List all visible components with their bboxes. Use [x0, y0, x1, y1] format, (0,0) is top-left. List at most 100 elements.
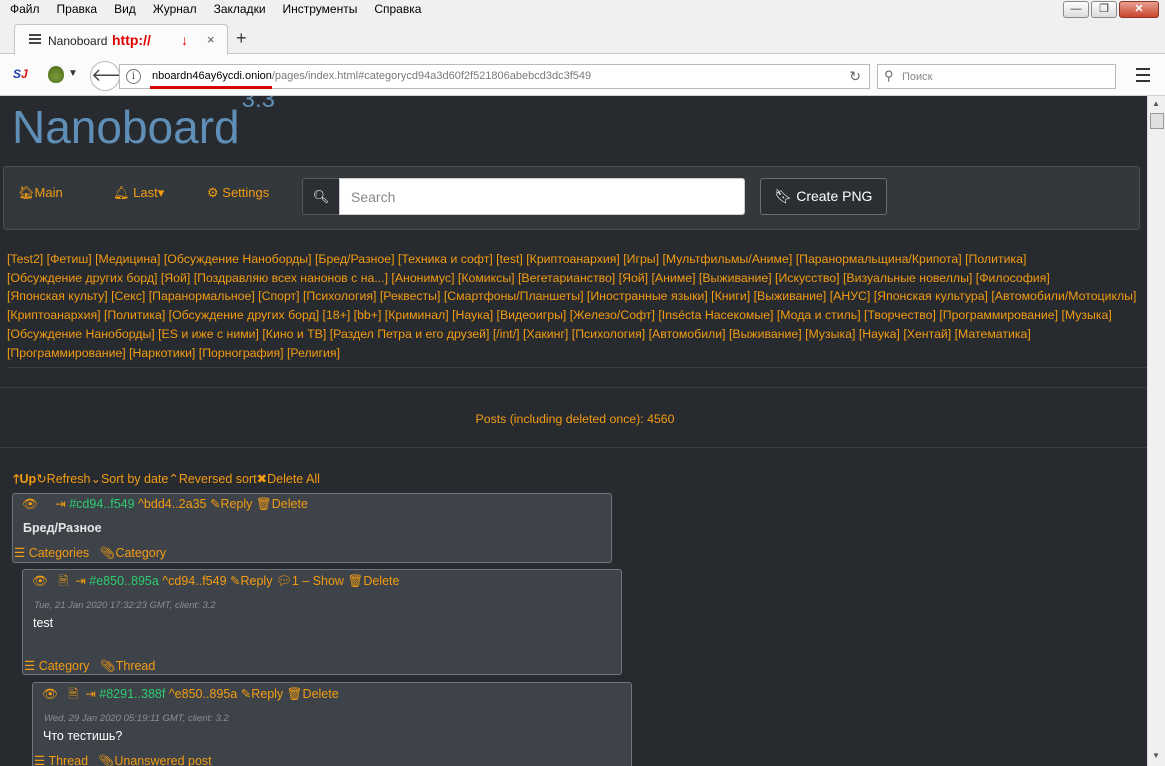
category-link[interactable]: [Яой] — [619, 271, 648, 285]
category-link[interactable]: [Выживание] — [754, 289, 827, 303]
category-link[interactable]: [Иностранные языки] — [587, 289, 708, 303]
chevron-down-icon[interactable]: ▼ — [68, 68, 78, 79]
eye-slash-icon[interactable]: 👁︎ — [22, 497, 38, 512]
nav-settings-link[interactable]: ⚙ Settings — [207, 185, 269, 201]
post-parent-link[interactable]: ^e850..895a — [169, 687, 237, 701]
category-link[interactable]: [Визуальные новеллы] — [843, 271, 972, 285]
nav-last-dropdown[interactable]: 🔔︎ Last▾ — [113, 185, 164, 201]
category-link[interactable]: [Insécta Насекомые] — [658, 308, 773, 322]
sign-in-icon[interactable]: ⇥ — [75, 573, 85, 588]
category-link[interactable]: [Раздел Петра и его друзей] — [330, 327, 490, 341]
url-bar[interactable]: i nboardn46ay6ycdi.onion/pages/index.htm… — [119, 64, 870, 89]
category-link[interactable]: [ES и иже с ними] — [158, 327, 259, 341]
thread-link[interactable]: 📎︎Thread — [100, 659, 155, 673]
delete-button[interactable]: 🗑︎Delete — [347, 574, 399, 588]
menu-item[interactable]: Правка — [57, 2, 98, 16]
reload-icon[interactable]: ↻ — [849, 68, 861, 85]
category-link[interactable]: [Криминал] — [385, 308, 449, 322]
category-link[interactable]: [Паранормальное] — [149, 289, 255, 303]
tab-close-icon[interactable]: × — [207, 32, 215, 47]
post-parent-link[interactable]: ^bdd4..2a35 — [138, 497, 206, 511]
refresh-button[interactable]: ↻Refresh — [36, 472, 90, 486]
category-link[interactable]: [Мультфильмы/Аниме] — [662, 252, 792, 266]
category-link[interactable]: [Японская культура] — [874, 289, 988, 303]
category-link[interactable]: [Игры] — [623, 252, 659, 266]
tor-onion-icon[interactable] — [48, 66, 64, 83]
category-link[interactable]: [Анонимус] — [391, 271, 454, 285]
category-link[interactable]: [Наука] — [859, 327, 900, 341]
up-button[interactable]: 🡑Up — [13, 472, 36, 486]
category-link[interactable]: [АНУС] — [830, 289, 871, 303]
category-link[interactable]: [Техника и софт] — [398, 252, 493, 266]
category-link[interactable]: [Паранормальщина/Крипота] — [796, 252, 962, 266]
category-link[interactable]: [Программирование] — [939, 308, 1058, 322]
category-link[interactable]: [Выживание] — [699, 271, 772, 285]
category-link[interactable]: [Программирование] — [7, 346, 126, 360]
menu-item[interactable]: Вид — [114, 2, 136, 16]
close-window-button[interactable]: ✕ — [1119, 1, 1159, 18]
category-link[interactable]: [Японская культу] — [7, 289, 108, 303]
app-search-input[interactable]: Search — [339, 178, 745, 215]
category-link[interactable]: [Смартфоны/Планшеты] — [444, 289, 584, 303]
category-link[interactable]: [Выживание] — [729, 327, 802, 341]
category-link[interactable]: [bb+] — [354, 308, 382, 322]
category-link[interactable]: [Обсуждение других борд] — [7, 271, 157, 285]
category-link[interactable]: [Видеоигры] — [497, 308, 567, 322]
post-hash-link[interactable]: #e850..895a — [89, 574, 159, 588]
browser-search-input[interactable]: ⚲ Поиск — [877, 64, 1116, 89]
category-link[interactable]: [Кино и ТВ] — [262, 327, 326, 341]
page-scrollbar[interactable]: ▲ ▼ — [1147, 96, 1165, 766]
sign-in-icon[interactable]: ⇥ — [55, 496, 65, 511]
minimize-button[interactable]: — — [1063, 1, 1089, 18]
category-link[interactable]: [Творчество] — [864, 308, 936, 322]
menu-item[interactable]: Файл — [10, 2, 40, 16]
category-link[interactable]: [Автомобили] — [649, 327, 726, 341]
sort-by-date-button[interactable]: ⌄Sort by date — [90, 472, 168, 486]
reply-button[interactable]: ✎Reply — [210, 497, 252, 511]
category-link[interactable]: [Бред/Разное] — [315, 252, 395, 266]
category-link[interactable]: [Наука] — [452, 308, 493, 322]
category-link[interactable]: [Фетиш] — [47, 252, 92, 266]
maximize-button[interactable]: ❐ — [1091, 1, 1117, 18]
show-replies-button[interactable]: 💬︎1 – Show — [276, 574, 344, 588]
category-link[interactable]: [Религия] — [287, 346, 340, 360]
category-link[interactable]: [Комиксы] — [458, 271, 515, 285]
reply-button[interactable]: ✎Reply — [230, 574, 272, 588]
category-link[interactable]: [Железо/Софт] — [570, 308, 655, 322]
category-link[interactable]: [test] — [496, 252, 523, 266]
search-button[interactable]: 🔍︎ — [302, 178, 340, 215]
category-link[interactable]: [Секс] — [111, 289, 145, 303]
unanswered-post-link[interactable]: 📎︎Unanswered post — [99, 754, 212, 766]
category-link[interactable]: [Реквесты] — [380, 289, 441, 303]
category-link[interactable]: [Хентай] — [903, 327, 951, 341]
nav-main-link[interactable]: 🏠︎Main — [18, 185, 63, 201]
category-link[interactable]: [Вегетарианство] — [518, 271, 615, 285]
menu-item[interactable]: Журнал — [153, 2, 197, 16]
hamburger-menu-icon[interactable] — [1136, 68, 1150, 86]
category-link[interactable]: [Книги] — [711, 289, 750, 303]
category-link[interactable]: [Музыка] — [1061, 308, 1111, 322]
category-link[interactable]: [Математика] — [955, 327, 1031, 341]
url-text[interactable]: nboardn46ay6ycdi.onion/pages/index.html#… — [152, 70, 591, 82]
delete-button[interactable]: 🗑︎Delete — [256, 497, 308, 511]
category-link[interactable]: [Test2] — [7, 252, 43, 266]
reversed-sort-button[interactable]: ⌃Reversed sort — [168, 472, 256, 486]
menu-item[interactable]: Справка — [374, 2, 421, 16]
eye-slash-icon[interactable]: 👁︎ — [32, 574, 48, 589]
info-icon[interactable]: i — [126, 69, 141, 84]
category-link[interactable]: [Наркотики] — [129, 346, 195, 360]
file-icon[interactable]: 🗎 — [68, 685, 78, 706]
category-link[interactable]: [Искусство] — [775, 271, 840, 285]
category-link[interactable]: [Криптоанархия] — [526, 252, 620, 266]
scroll-down-icon[interactable]: ▼ — [1152, 751, 1160, 760]
category-link[interactable]: [Политика] — [104, 308, 165, 322]
category-link[interactable]: [Обсуждение других борд] — [169, 308, 319, 322]
file-icon[interactable]: 🗎 — [58, 572, 68, 593]
category-link[interactable]: [Порнография] — [199, 346, 284, 360]
category-link[interactable]: [Яой] — [161, 271, 190, 285]
menu-item[interactable]: Закладки — [214, 2, 266, 16]
category-link[interactable]: [Мода и стиль] — [777, 308, 861, 322]
reply-button[interactable]: ✎Reply — [241, 687, 283, 701]
tab-nanoboard[interactable]: Nanoboard http:// ↓ × — [14, 24, 228, 55]
categories-link[interactable]: ☰ Categories — [14, 546, 89, 560]
